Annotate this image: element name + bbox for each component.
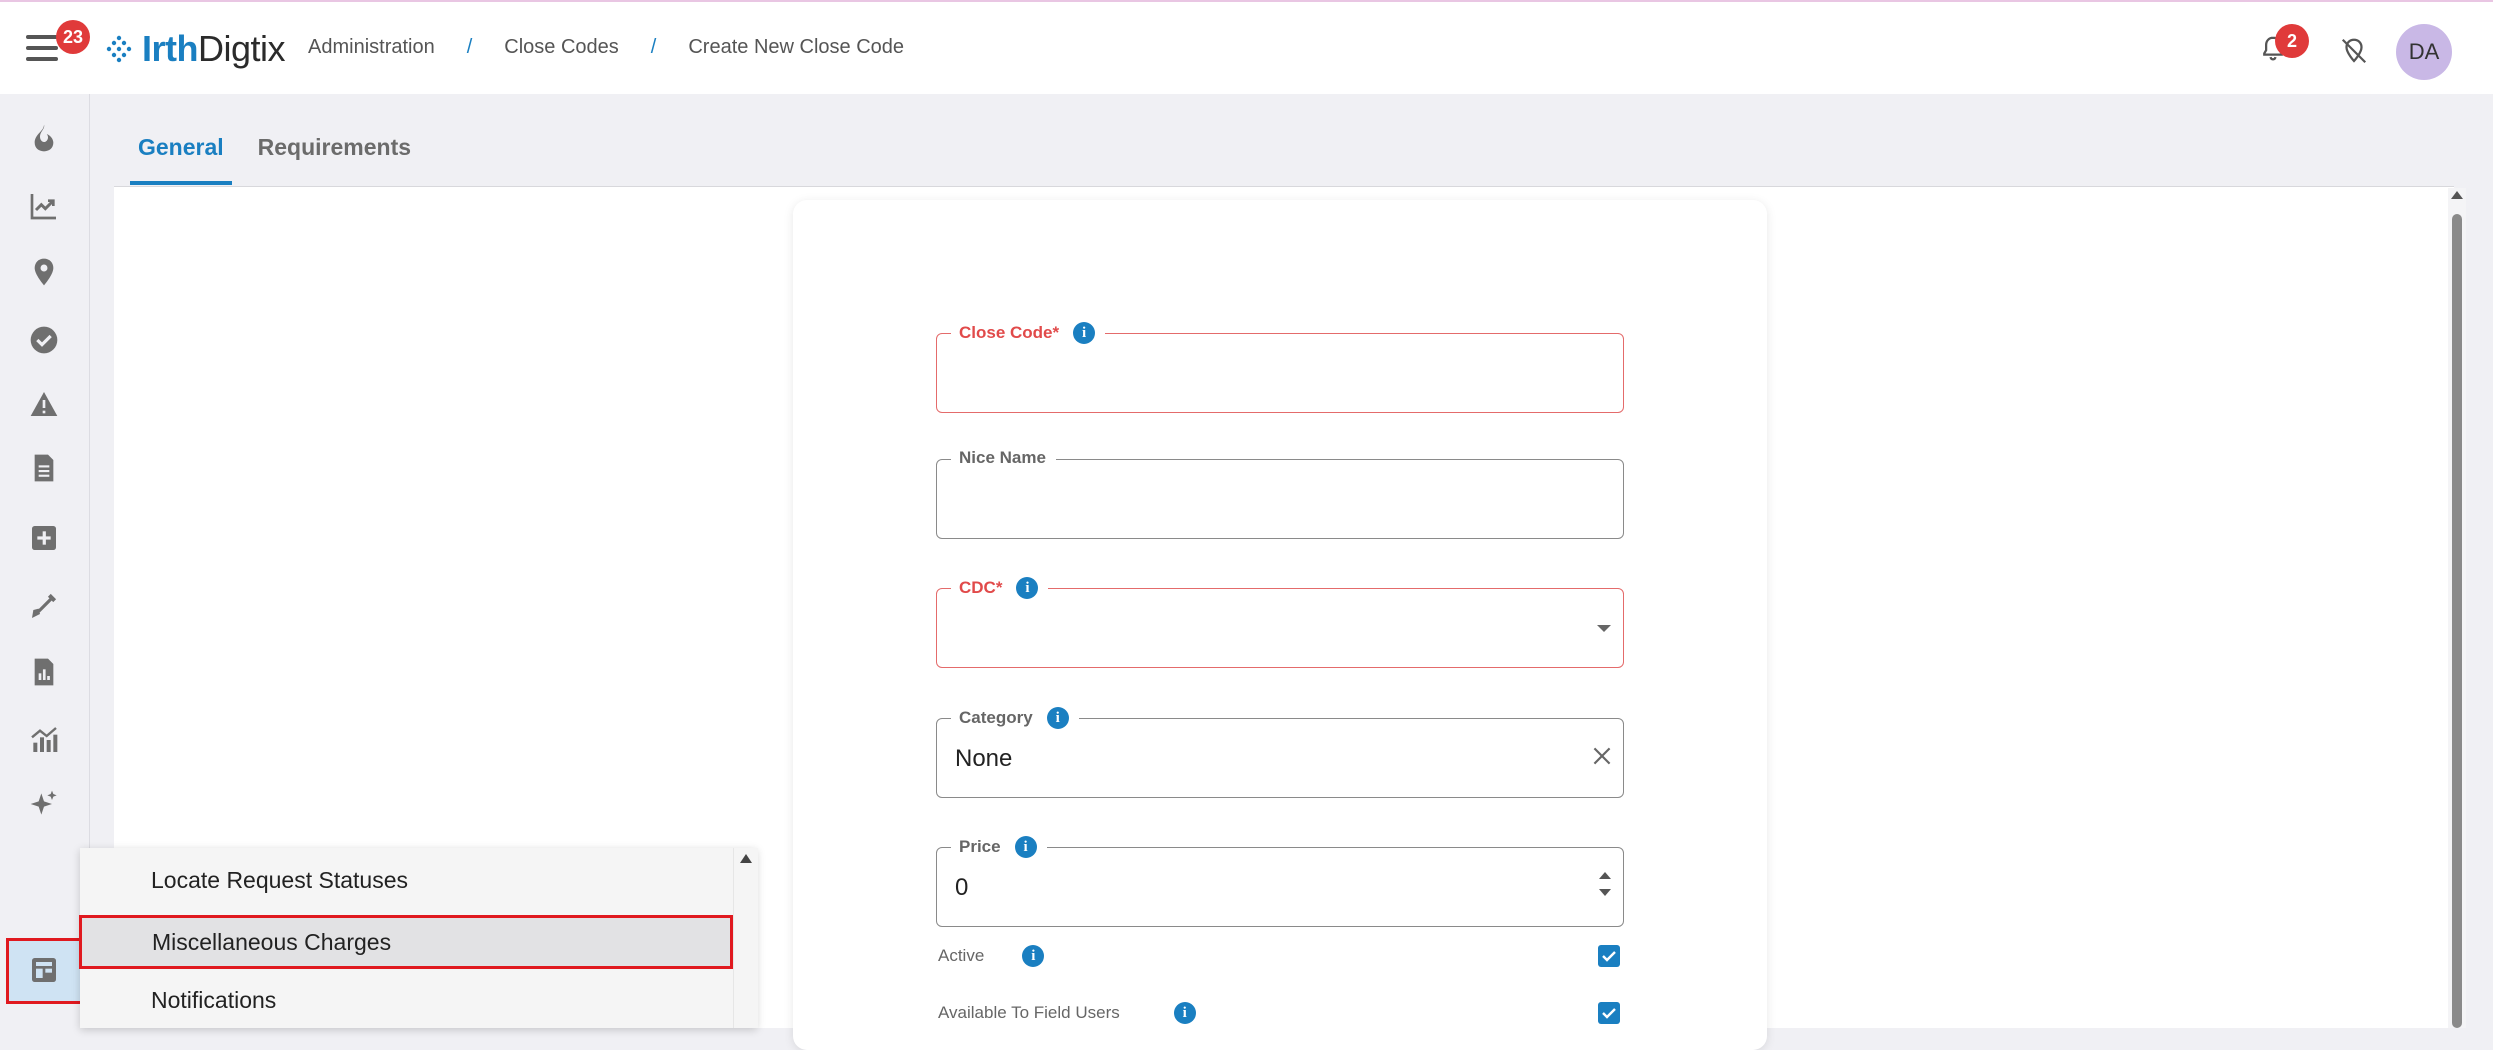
scroll-up-icon[interactable] [2451,191,2463,199]
page-scrollbar-thumb[interactable] [2452,214,2462,1028]
menu-item-notifications[interactable]: Notifications [80,973,734,1027]
admin-layout-icon[interactable] [28,954,60,986]
location-off-icon[interactable] [2338,36,2370,66]
admin-submenu: Locate Request Statuses Miscellaneous Ch… [79,848,758,1028]
breadcrumb-close-codes[interactable]: Close Codes [504,36,619,59]
plus-box-icon[interactable] [28,522,60,554]
shovel-icon[interactable] [28,590,60,622]
category-value: None [955,745,1013,772]
info-icon[interactable]: i [1073,322,1096,344]
info-icon[interactable]: i [1014,836,1037,858]
menu-badge: 23 [56,20,90,54]
info-icon[interactable]: i [1173,1002,1196,1024]
document-icon[interactable] [28,452,60,484]
hamburger-menu-icon[interactable] [26,35,58,63]
breadcrumb-create-new-close-code: Create New Close Code [688,36,905,58]
top-bar: 23 IrthDigtix Administration / Close Cod… [0,0,2493,94]
price-input[interactable]: 0 [955,874,968,902]
report-icon[interactable] [28,656,60,688]
chevron-down-icon[interactable] [1597,625,1611,632]
close-code-label: Close Code* i [951,322,1106,344]
menu-scrollbar[interactable] [733,848,758,1028]
info-icon[interactable]: i [1022,945,1045,967]
avatar[interactable]: DA [2396,24,2452,80]
logo[interactable]: IrthDigtix [104,28,286,70]
breadcrumb-administration[interactable]: Administration [308,36,435,59]
cdc-label: CDC* i [951,577,1049,599]
category-label: Category i [951,707,1079,729]
info-icon[interactable]: i [1016,577,1039,599]
warning-icon[interactable] [28,388,60,420]
available-to-field-users-label: Available To Field Users i [938,1002,1196,1024]
breadcrumb-separator: / [466,36,473,58]
available-to-field-users-checkbox[interactable] [1598,1002,1620,1024]
analytics-icon[interactable] [28,724,60,756]
price-field[interactable]: Price i 0 [936,836,1624,927]
tab-requirements[interactable]: Requirements [250,120,419,185]
sidebar [0,94,90,1028]
menu-item-miscellaneous-charges[interactable]: Miscellaneous Charges [79,915,733,969]
notification-badge: 2 [2275,24,2309,58]
active-checkbox[interactable] [1598,945,1620,967]
menu-item-locate-request-statuses[interactable]: Locate Request Statuses [80,853,734,907]
category-select[interactable]: Category i None [936,707,1624,798]
price-label: Price i [951,836,1047,858]
map-pin-icon[interactable] [28,256,60,288]
nice-name-field[interactable]: Nice Name [936,448,1624,539]
scroll-up-icon[interactable] [740,854,752,863]
active-label: Active i [938,945,1045,967]
logo-mark-icon [106,35,132,63]
tab-general[interactable]: General [130,120,232,185]
check-circle-icon[interactable] [28,324,60,356]
flame-icon[interactable] [28,122,60,154]
breadcrumb: Administration / Close Codes / Create Ne… [308,36,904,59]
price-stepper[interactable] [1597,872,1613,906]
info-icon[interactable]: i [1046,707,1069,729]
nice-name-label: Nice Name [951,448,1056,468]
close-icon[interactable] [1589,743,1615,769]
tab-bar: General Requirements [130,120,437,185]
close-code-field[interactable]: Close Code* i [936,322,1624,413]
trend-chart-icon[interactable] [28,190,60,222]
logo-text: IrthDigtix [142,28,286,69]
sparkle-icon[interactable] [28,788,60,820]
cdc-select[interactable]: CDC* i [936,577,1624,668]
breadcrumb-separator: / [650,36,657,58]
